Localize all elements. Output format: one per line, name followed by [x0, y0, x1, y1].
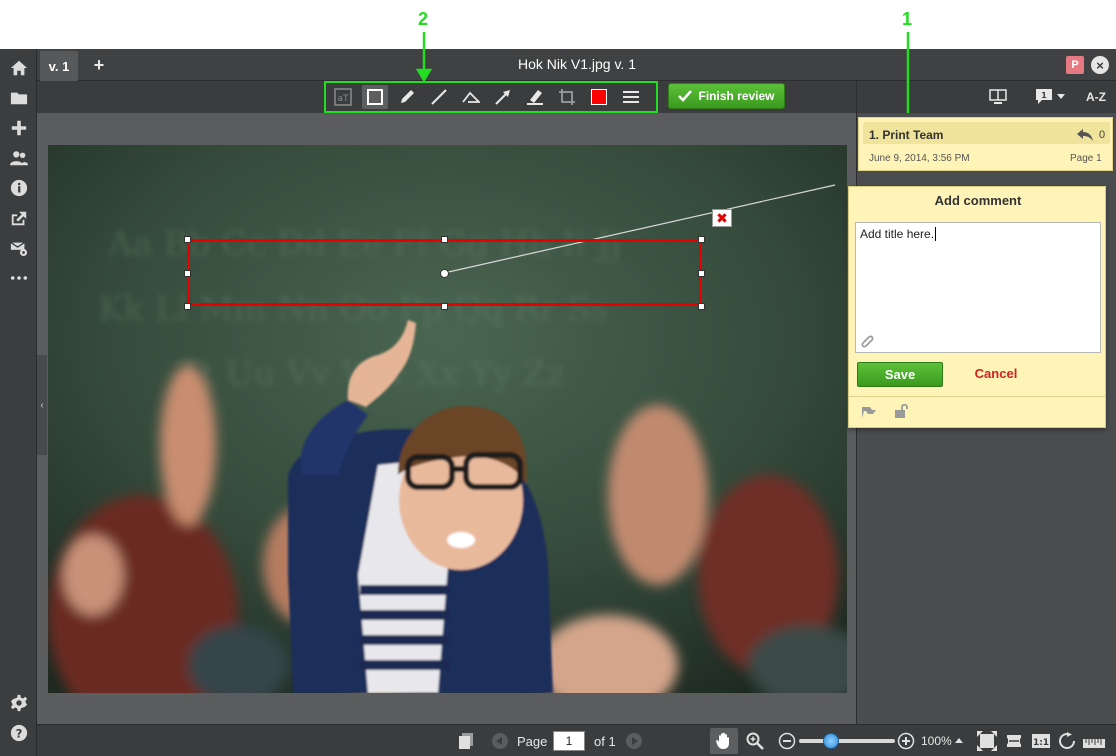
attachment-icon[interactable]	[859, 333, 875, 349]
resize-handle[interactable]	[698, 270, 705, 277]
zoom-slider[interactable]	[799, 725, 895, 756]
previous-page-button[interactable]	[491, 725, 509, 756]
ruler-icon[interactable]	[1083, 725, 1105, 756]
zoom-in-button[interactable]	[897, 725, 915, 756]
rotate-icon[interactable]	[1058, 725, 1076, 756]
resize-handle[interactable]	[184, 270, 191, 277]
resize-handle[interactable]	[441, 303, 448, 310]
delete-annotation-button[interactable]: ✖	[712, 209, 732, 227]
comment-page: Page 1	[1070, 153, 1102, 164]
comment-title: 1. Print Team	[869, 128, 944, 142]
comment-textarea[interactable]: Add title here.	[855, 222, 1101, 353]
zoom-out-button[interactable]	[778, 725, 796, 756]
reply-count: 0	[1099, 129, 1106, 141]
zoom-tool-icon[interactable]	[746, 725, 764, 756]
comment-card[interactable]: 1. Print Team 0 June 9, 2014, 3:56 PM Pa…	[858, 117, 1113, 171]
move-handle[interactable]	[440, 269, 449, 278]
comment-date: June 9, 2014, 3:56 PM	[869, 153, 970, 164]
svg-text:1:1: 1:1	[1033, 738, 1049, 748]
page-count: of 1	[594, 733, 616, 749]
reply-icon[interactable]	[1077, 129, 1093, 141]
divider	[849, 396, 1105, 397]
resize-handle[interactable]	[184, 303, 191, 310]
flag-status-icon[interactable]	[861, 405, 877, 419]
zoom-slider-thumb[interactable]	[822, 733, 839, 749]
save-comment-button[interactable]: Save	[857, 362, 943, 387]
add-comment-popup: Add comment Add title here. Save Cancel	[848, 186, 1106, 428]
page-number-field-wrap: 1	[553, 725, 585, 756]
bottom-bar: Page 1 of 1 100% 1:1	[37, 724, 1116, 756]
resize-handle[interactable]	[441, 236, 448, 243]
comment-text: Add title here.	[860, 227, 935, 241]
fit-page-icon[interactable]	[977, 725, 997, 756]
page-number-input[interactable]: 1	[553, 731, 585, 751]
resize-handle[interactable]	[698, 303, 705, 310]
page-label: Page	[517, 733, 548, 749]
cancel-comment-button[interactable]: Cancel	[966, 366, 1026, 381]
zoom-level-value: 100%	[921, 734, 952, 748]
fit-width-icon[interactable]	[1004, 725, 1024, 756]
actual-size-icon[interactable]: 1:1	[1031, 725, 1051, 756]
unlock-icon[interactable]	[893, 403, 909, 419]
chevron-up-icon	[954, 738, 963, 743]
zoom-level[interactable]: 100%	[921, 725, 963, 756]
pan-hand-icon[interactable]	[710, 728, 738, 754]
single-page-icon[interactable]	[459, 725, 473, 756]
next-page-button[interactable]	[625, 725, 643, 756]
add-comment-heading: Add comment	[934, 193, 1022, 208]
resize-handle[interactable]	[184, 236, 191, 243]
resize-handle[interactable]	[698, 236, 705, 243]
